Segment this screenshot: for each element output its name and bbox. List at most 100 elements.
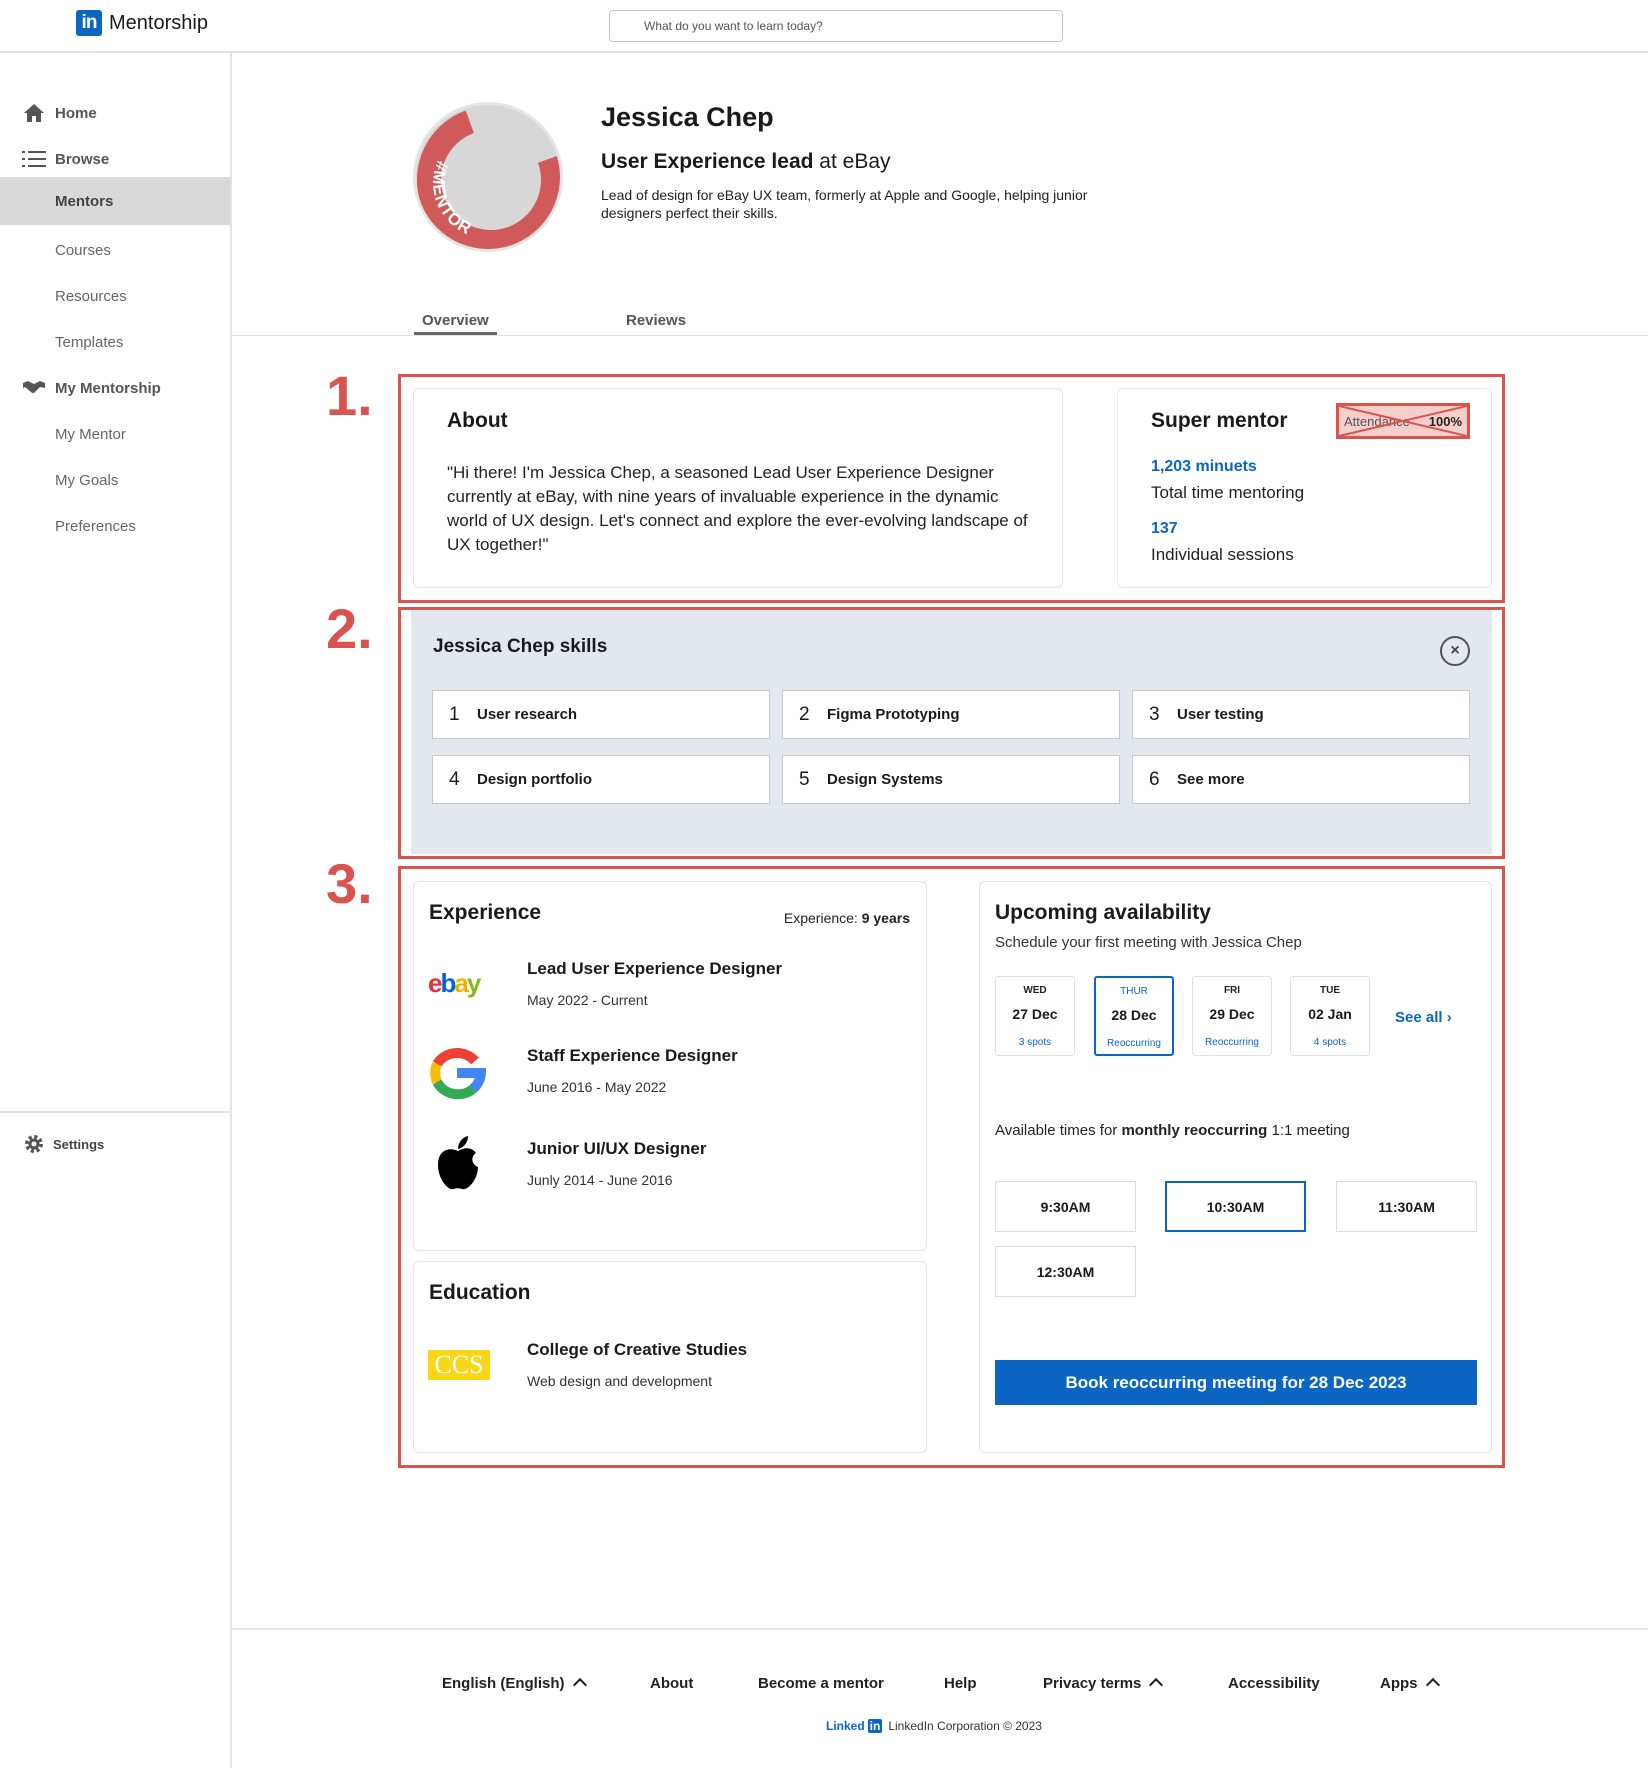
day-of-week: THUR (1120, 986, 1148, 997)
sidebar-item-resources[interactable]: Resources (0, 273, 230, 319)
sidebar-item-label: Courses (55, 241, 111, 259)
skills-title: Jessica Chep skills (433, 636, 608, 657)
skill-item[interactable]: 1 User research (432, 690, 770, 739)
skill-name: User testing (1177, 706, 1264, 723)
ebay-logo: ebay (428, 968, 492, 1005)
chevron-right-icon: › (1446, 1009, 1452, 1026)
see-more-skills-button[interactable]: 6 See more (1132, 755, 1470, 804)
sidebar-item-courses[interactable]: Courses (0, 227, 230, 273)
time-slot[interactable]: 9:30AM (995, 1181, 1136, 1232)
super-mentor-title: Super mentor (1151, 409, 1288, 432)
day-of-week: TUE (1320, 985, 1340, 996)
see-all-link[interactable]: See all › (1395, 1009, 1452, 1026)
job-dates: May 2022 - Current (527, 992, 648, 1008)
sidebar-item-my-goals[interactable]: My Goals (0, 457, 230, 503)
copyright: Linked in LinkedIn Corporation © 2023 (826, 1719, 1042, 1733)
brand[interactable]: in Mentorship (76, 10, 208, 36)
close-icon: × (1450, 642, 1460, 659)
attendance-value: 100% (1428, 413, 1462, 429)
footer-link-about[interactable]: About (650, 1675, 693, 1692)
day-date: 28 Dec (1111, 1007, 1157, 1023)
chevron-up-icon (1425, 1677, 1440, 1693)
job-dates: Junly 2014 - June 2016 (527, 1172, 673, 1188)
day-note: Reoccurring (1107, 1038, 1161, 1049)
note-prefix: Available times for (995, 1122, 1122, 1139)
annotation-number-2: 2. (326, 597, 373, 660)
footer-link-become-mentor[interactable]: Become a mentor (758, 1675, 884, 1692)
sidebar-item-my-mentorship[interactable]: My Mentorship (0, 365, 230, 411)
role-title: User Experience lead (601, 150, 814, 173)
experience-card: Experience Experience: 9 years ebay Lead… (413, 881, 927, 1251)
day-date: 02 Jan (1308, 1006, 1352, 1022)
skill-number: 4 (449, 768, 460, 790)
time-slot[interactable]: 12:30AM (995, 1246, 1136, 1297)
footer-link-apps[interactable]: Apps (1380, 1675, 1440, 1693)
sidebar-item-label: Browse (55, 150, 110, 168)
time-slot[interactable]: 10:30AM (1165, 1181, 1306, 1232)
note-suffix: 1:1 meeting (1267, 1122, 1350, 1139)
day-option[interactable]: THUR 28 Dec Reoccurring (1094, 976, 1174, 1056)
tab-overview[interactable]: Overview (414, 312, 497, 335)
time-slot[interactable]: 11:30AM (1336, 1181, 1477, 1232)
sidebar-item-browse[interactable]: Browse (0, 136, 230, 182)
sidebar-item-home[interactable]: Home (0, 90, 230, 136)
sidebar-item-mentors[interactable]: Mentors (0, 177, 230, 225)
day-option[interactable]: WED 27 Dec 3 spots (995, 976, 1075, 1056)
sidebar-item-preferences[interactable]: Preferences (0, 503, 230, 549)
sidebar-item-my-mentor[interactable]: My Mentor (0, 411, 230, 457)
profile-bio: Lead of design for eBay UX team, formerl… (601, 187, 1088, 221)
brand-name: Mentorship (109, 11, 208, 34)
chevron-up-icon (1149, 1677, 1164, 1693)
avatar: #MENTOR (413, 102, 563, 252)
day-date: 27 Dec (1012, 1006, 1058, 1022)
annotation-number-1: 1. (326, 364, 373, 427)
ccs-logo: CCS (428, 1350, 490, 1380)
footer-link-privacy[interactable]: Privacy terms (1043, 1675, 1164, 1693)
skill-item[interactable]: 4 Design portfolio (432, 755, 770, 804)
search-input[interactable]: What do you want to learn today? (609, 10, 1063, 42)
sidebar-item-label: My Mentor (55, 425, 126, 443)
role-company: at eBay (813, 150, 891, 173)
privacy-label: Privacy terms (1043, 1675, 1142, 1692)
job-dates: June 2016 - May 2022 (527, 1079, 667, 1095)
footer-link-accessibility[interactable]: Accessibility (1228, 1675, 1320, 1692)
skill-item[interactable]: 3 User testing (1132, 690, 1470, 739)
school-program: Web design and development (527, 1373, 712, 1389)
note-bold: monthly reoccurring (1121, 1122, 1268, 1139)
skill-name: See more (1177, 771, 1245, 788)
about-card: About "Hi there! I'm Jessica Chep, a sea… (413, 388, 1063, 588)
day-option[interactable]: FRI 29 Dec Reoccurring (1192, 976, 1272, 1056)
language-selector[interactable]: English (English) (442, 1675, 587, 1693)
close-button[interactable]: × (1440, 636, 1470, 666)
minutes-value: 1,203 minuets (1151, 458, 1257, 475)
skill-item[interactable]: 2 Figma Prototyping (782, 690, 1120, 739)
skill-item[interactable]: 5 Design Systems (782, 755, 1120, 804)
day-of-week: FRI (1223, 985, 1241, 996)
skill-number: 3 (1149, 703, 1160, 725)
sidebar-item-templates[interactable]: Templates (0, 319, 230, 365)
day-date: 29 Dec (1209, 1006, 1255, 1022)
copyright-text: LinkedIn Corporation © 2023 (888, 1719, 1042, 1733)
tab-reviews[interactable]: Reviews (626, 312, 686, 329)
footer-link-help[interactable]: Help (944, 1675, 977, 1692)
linkedin-logo-icon: in (76, 10, 102, 36)
tab-bar: Overview Reviews (232, 300, 1648, 336)
sidebar: Home Browse Mentors Courses Resources Te… (0, 53, 232, 1768)
sidebar-divider (0, 1111, 230, 1113)
experience-years-label: Experience: (783, 910, 862, 926)
book-meeting-button[interactable]: Book reoccurring meeting for 28 Dec 2023 (995, 1360, 1477, 1405)
footer-divider (232, 1628, 1648, 1630)
annotation-number-3: 3. (326, 852, 373, 915)
sidebar-item-label: Preferences (55, 517, 136, 535)
sidebar-item-label: My Mentorship (55, 379, 161, 397)
about-title: About (447, 409, 508, 432)
gear-icon (22, 1133, 46, 1155)
sidebar-item-settings[interactable]: Settings (0, 1121, 230, 1167)
experience-years: Experience: 9 years (784, 910, 910, 926)
profile-name: Jessica Chep (601, 102, 774, 132)
google-logo (428, 1044, 487, 1107)
chevron-up-icon (572, 1677, 587, 1693)
job-title: Lead User Experience Designer (527, 959, 783, 978)
day-option[interactable]: TUE 02 Jan 4 spots (1290, 976, 1370, 1056)
sessions-value: 137 (1151, 520, 1178, 537)
